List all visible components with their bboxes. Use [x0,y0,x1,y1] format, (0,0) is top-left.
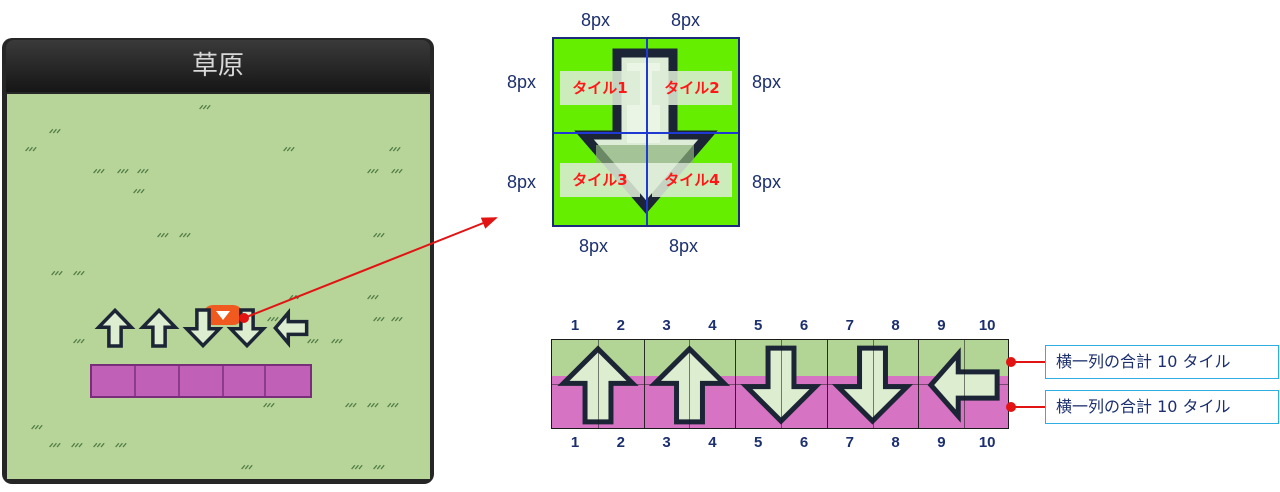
tile-number: 8 [891,317,900,334]
tile-number: 4 [708,317,717,334]
strip-column-divider [872,340,874,428]
strip-column-divider [735,340,737,428]
tile-number: 5 [754,434,763,451]
tile-number: 9 [937,317,946,334]
up-arrow-icon [94,307,136,348]
down-arrow-icon [182,308,224,349]
strip-column-divider [643,340,645,428]
row-1-total-box: 横一列の合計 10 タイル [1045,345,1279,379]
bottom-right-size-label: 8px [669,236,699,256]
left-lower-size-label: 8px [507,172,537,192]
tile-number: 9 [937,434,946,451]
strip-column-divider [918,340,920,428]
tile-number: 3 [662,434,671,451]
tile-label-3: タイル3 [560,163,640,197]
tile-number: 7 [845,317,854,334]
tile-strip [551,339,1009,429]
down-arrow-icon [226,308,268,349]
tile-label-1: タイル1 [560,71,640,105]
row-2-total-box: 横一列の合計 10 タイル [1045,390,1279,424]
tile-number: 5 [754,317,763,334]
bottom-left-size-label: 8px [579,236,609,256]
game-arrows [94,307,309,349]
tile-number: 1 [570,434,580,451]
strip-column-divider [689,340,691,428]
tile-number: 6 [799,434,809,451]
tile-number: 2 [616,317,625,334]
tile-number: 2 [616,434,625,451]
zoomed-tile: タイル1 タイル2 タイル3 タイル4 [552,37,740,227]
tile-label-4: タイル4 [652,163,732,197]
top-right-size-label: 8px [671,10,701,30]
left-arrow-icon [273,308,309,348]
tile-label-2: タイル2 [652,71,732,105]
up-arrow-icon [138,307,180,348]
tile-number: 6 [799,317,809,334]
tile-number: 1 [570,317,580,334]
tile-number: 3 [662,317,671,334]
tile-number: 8 [891,434,900,451]
right-lower-size-label: 8px [752,172,782,192]
row-2-connector-line [1012,406,1045,408]
top-left-size-label: 8px [581,10,611,30]
strip-column-divider [597,340,599,428]
row-1-connector-line [1012,361,1045,363]
tile-number: 10 [978,317,996,334]
strip-column-divider [964,340,966,428]
tile-split-horizontal [554,132,738,134]
tile-number: 4 [708,434,717,451]
left-upper-size-label: 8px [507,72,537,92]
tile-number: 7 [845,434,854,451]
strip-column-divider [781,340,782,428]
tile-number: 10 [978,434,996,451]
right-upper-size-label: 8px [752,72,782,92]
game-window: 草原 ᐟᐟᐟ ᐟᐟᐟ ᐟᐟᐟ ᐟᐟᐟ ᐟᐟᐟ ᐟᐟᐟ ᐟᐟᐟ ᐟᐟᐟ ᐟᐟᐟ ᐟ… [2,38,434,484]
strip-column-divider [826,340,828,428]
